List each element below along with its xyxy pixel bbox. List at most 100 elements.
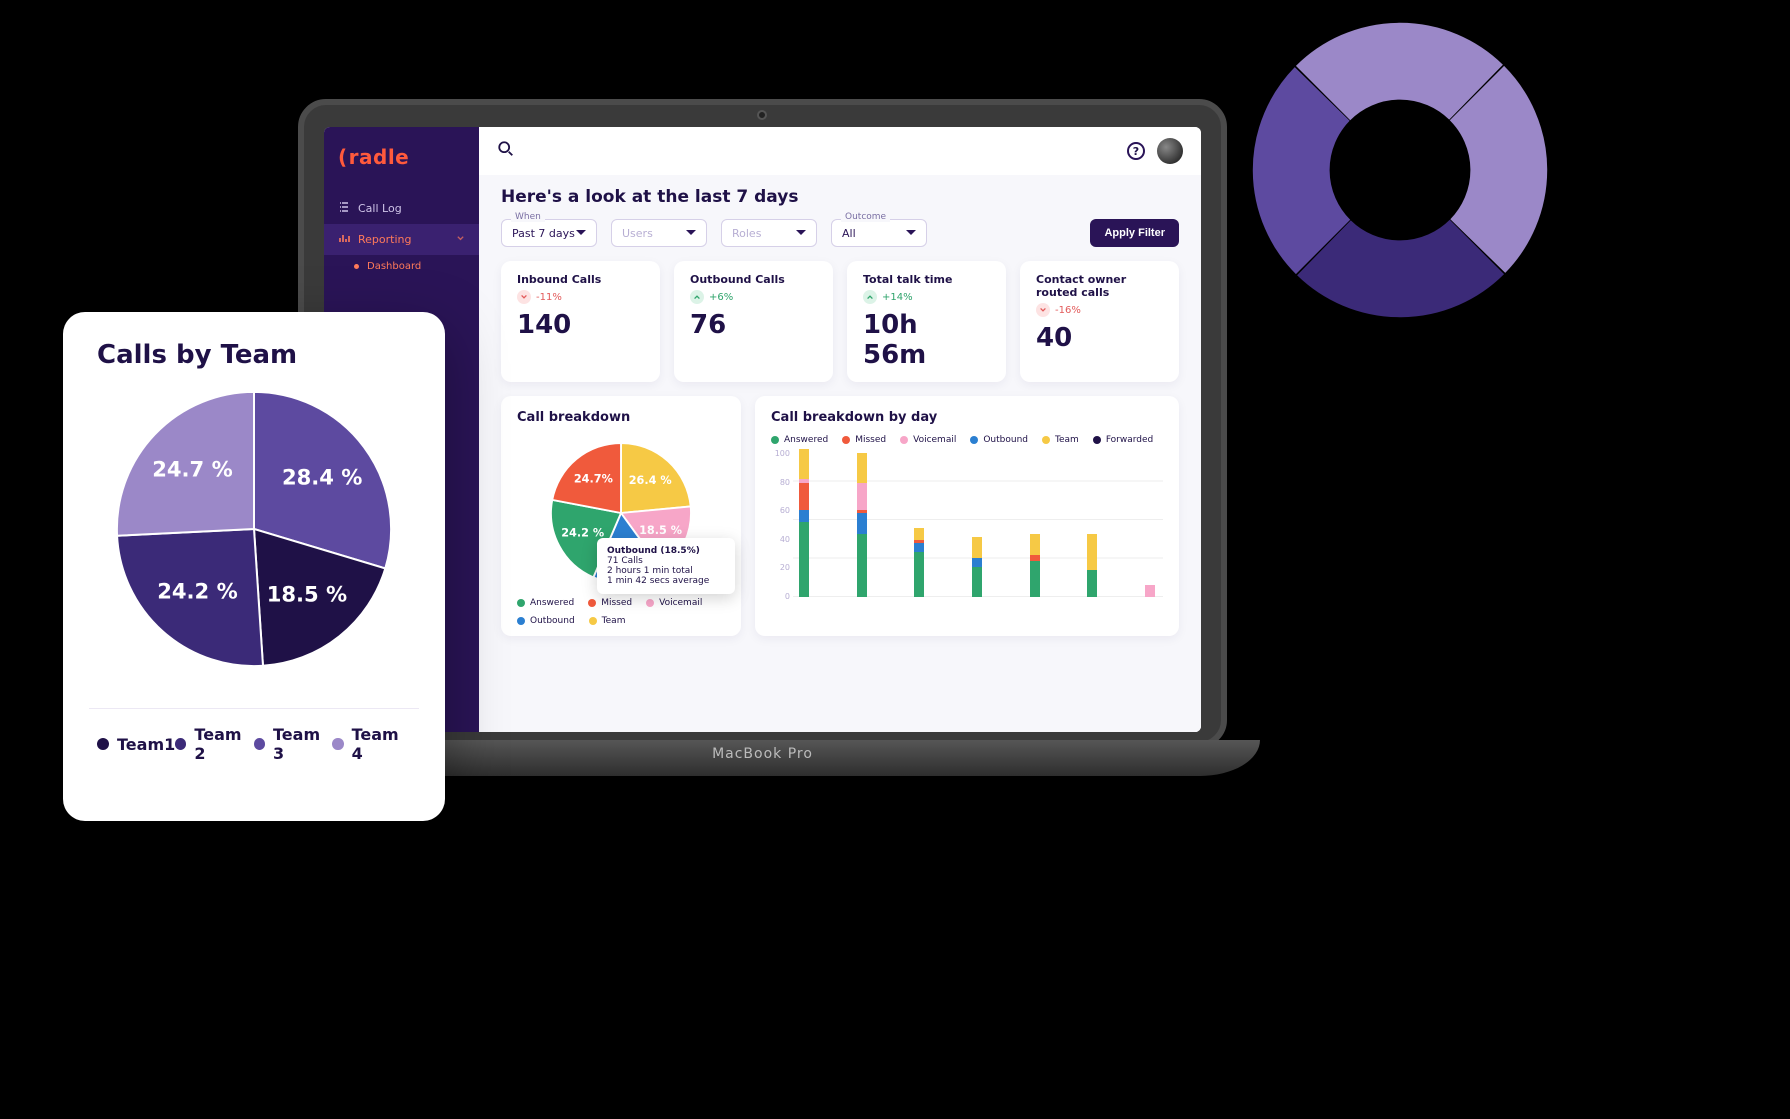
svg-text:28.4 %: 28.4 % [282, 464, 362, 489]
filter-roles-select[interactable]: Roles [721, 219, 817, 247]
chevron-down-icon [686, 230, 696, 240]
lower-row: Call breakdown 26.4 %18.5 %18.5 %24.2 %2… [501, 396, 1179, 636]
pie-tooltip: Outbound (18.5%) 71 Calls 2 hours 1 min … [597, 538, 735, 594]
legend-swatch [646, 599, 654, 607]
svg-text:24.2 %: 24.2 % [157, 578, 237, 603]
kpi-delta: +14% [863, 290, 990, 304]
tooltip-line: 2 hours 1 min total [607, 566, 725, 576]
kpi-value: 10h 56m [863, 310, 990, 370]
legend-item: Voicemail [900, 435, 956, 445]
legend-item: Team1 [97, 725, 175, 763]
filter-users: Users [611, 219, 707, 247]
bar-segment [799, 449, 809, 479]
legend-item: Forwarded [1093, 435, 1153, 445]
team-legend: Team1Team 2Team 3Team 4 [97, 725, 411, 763]
bar-segment [1087, 570, 1097, 597]
legend-item: Team 3 [254, 725, 333, 763]
trend-icon [863, 290, 877, 304]
bar [857, 453, 867, 597]
bar-segment [972, 567, 982, 597]
bar [799, 449, 809, 598]
bar [1030, 534, 1040, 597]
kpi-delta: -16% [1036, 303, 1163, 317]
call-breakdown-by-day-card: Call breakdown by day Answered Missed Voic… [755, 396, 1179, 636]
chevron-down-icon [906, 230, 916, 240]
legend-swatch [771, 436, 779, 444]
sidebar-item-reporting[interactable]: Reporting [324, 224, 479, 255]
svg-text:24.2 %: 24.2 % [561, 526, 604, 539]
bar [1087, 534, 1097, 597]
kpi-label: Outbound Calls [690, 273, 817, 286]
kpi-card: Inbound Calls -11% 140 [501, 261, 660, 382]
legend-item: Team 4 [332, 725, 411, 763]
svg-text:18.5 %: 18.5 % [267, 582, 347, 607]
bar-segment [1145, 585, 1155, 597]
sidebar-item-call-log[interactable]: Call Log [324, 193, 479, 224]
legend-swatch [175, 738, 186, 750]
bar-segment [914, 543, 924, 552]
filter-outcome-select[interactable]: All [831, 219, 927, 247]
content-area: Here's a look at the last 7 days When Pa… [479, 175, 1201, 732]
sidebar-subitem-dashboard[interactable]: Dashboard [324, 255, 479, 278]
call-breakdown-card: Call breakdown 26.4 %18.5 %18.5 %24.2 %2… [501, 396, 741, 636]
filter-label: Outcome [841, 212, 890, 222]
legend-swatch [517, 617, 525, 625]
card-title: Call breakdown [517, 410, 725, 425]
kpi-delta: -11% [517, 290, 644, 304]
kpi-card: Contact owner routed calls -16% 40 [1020, 261, 1179, 382]
legend-swatch [970, 436, 978, 444]
kpi-label: Inbound Calls [517, 273, 644, 286]
sidebar-item-label: Reporting [358, 233, 411, 246]
bar-segment [799, 483, 809, 510]
legend-swatch [1042, 436, 1050, 444]
y-tick: 100 [771, 449, 793, 458]
bar-segment [1030, 534, 1040, 555]
search-icon[interactable] [497, 140, 515, 162]
legend-item: Answered [771, 435, 828, 445]
help-icon[interactable]: ? [1127, 142, 1145, 160]
filter-outcome: Outcome All [831, 219, 927, 247]
bar [914, 528, 924, 597]
kpi-card: Total talk time +14% 10h 56m [847, 261, 1006, 382]
kpi-value: 76 [690, 310, 817, 340]
y-tick: 40 [771, 535, 793, 544]
apply-filter-button[interactable]: Apply Filter [1090, 219, 1179, 247]
legend-item: Missed [842, 435, 886, 445]
chevron-down-icon [796, 230, 806, 240]
chevron-down-icon [456, 233, 465, 246]
kpi-label: Total talk time [863, 273, 990, 286]
select-value: Users [622, 227, 653, 240]
bar-segment [857, 483, 867, 510]
avatar[interactable] [1157, 138, 1183, 164]
legend-swatch [1093, 436, 1101, 444]
bar-segment [914, 552, 924, 597]
bar-segment [857, 513, 867, 534]
chevron-down-icon [576, 230, 586, 240]
page-title: Here's a look at the last 7 days [501, 187, 1179, 207]
tooltip-title: Outbound (18.5%) [607, 546, 725, 556]
main-pane: ? Here's a look at the last 7 days When … [479, 127, 1201, 732]
chart-icon [338, 232, 350, 247]
bar-chart: 100806040200 [771, 445, 1163, 615]
svg-text:24.7%: 24.7% [574, 472, 613, 485]
kpi-card: Outbound Calls +6% 76 [674, 261, 833, 382]
y-axis: 100806040200 [771, 445, 793, 597]
bar-segment [914, 528, 924, 540]
kpi-delta: +6% [690, 290, 817, 304]
call-breakdown-pie: 26.4 %18.5 %18.5 %24.2 %24.7% Outbound (… [517, 435, 725, 590]
filter-when-select[interactable]: Past 7 days [501, 219, 597, 247]
filter-users-select[interactable]: Users [611, 219, 707, 247]
x-axis [799, 597, 1155, 615]
team-pie: 28.4 %18.5 %24.2 %24.7 % [97, 384, 411, 674]
bar [972, 537, 982, 597]
select-value: Roles [732, 227, 761, 240]
kpi-row: Inbound Calls -11% 140Outbound Calls +6%… [501, 261, 1179, 382]
bar [1145, 585, 1155, 597]
card-title: Call breakdown by day [771, 410, 1163, 425]
y-tick: 80 [771, 478, 793, 487]
legend-item: Team [589, 616, 626, 626]
laptop-camera [757, 110, 767, 120]
legend-swatch [842, 436, 850, 444]
filter-when: When Past 7 days [501, 219, 597, 247]
decorative-donut [1240, 10, 1560, 330]
